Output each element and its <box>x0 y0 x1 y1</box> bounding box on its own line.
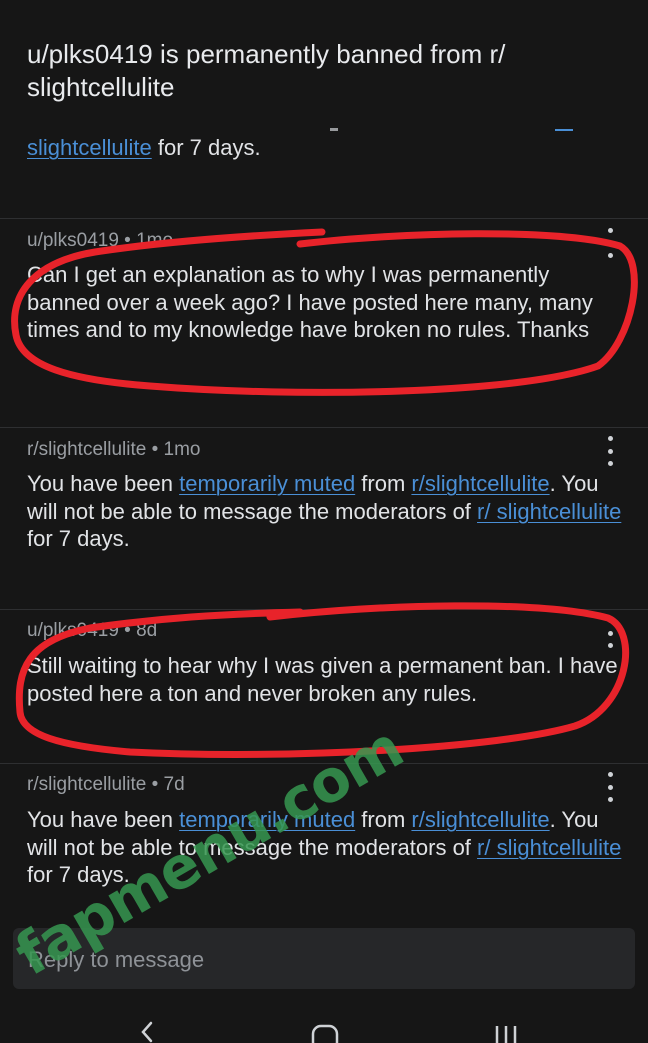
message-body: Can I get an explanation as to why I was… <box>27 262 593 342</box>
thread-title: u/plks0419 is permanently banned from r/… <box>27 39 506 102</box>
message-divider <box>0 609 648 610</box>
message-meta: u/plks0419 • 8d <box>27 620 158 641</box>
more-options-icon[interactable] <box>604 772 616 802</box>
subreddit-link[interactable]: r/ slightcellulite <box>477 499 621 524</box>
message-meta: r/slightcellulite • 1mo <box>27 439 201 460</box>
home-icon[interactable] <box>305 1018 345 1043</box>
message-body: You have been temporarily muted from r/s… <box>27 471 622 551</box>
recent-apps-icon[interactable] <box>488 1018 528 1043</box>
subreddit-link[interactable]: r/slightcellulite <box>411 807 549 832</box>
message-body: Still waiting to hear why I was given a … <box>27 653 618 706</box>
temporarily-muted-link[interactable]: temporarily muted <box>179 807 355 832</box>
more-options-icon[interactable] <box>604 228 616 258</box>
subreddit-link[interactable]: r/ slightcellulite <box>477 835 621 860</box>
message-meta: r/slightcellulite • 7d <box>27 774 185 795</box>
system-nav-bar <box>0 1010 648 1043</box>
partial-message-fragment <box>0 118 648 132</box>
message-divider <box>0 218 648 219</box>
more-options-icon[interactable] <box>604 618 616 648</box>
message-divider <box>0 763 648 764</box>
back-icon[interactable] <box>135 1018 175 1043</box>
more-options-icon[interactable] <box>604 436 616 466</box>
message-meta: u/plks0419 • 1mo <box>27 230 174 251</box>
message-body-partial: slightcellulite for 7 days. <box>27 135 261 160</box>
reply-input[interactable]: Reply to message <box>13 928 635 989</box>
message-body: You have been temporarily muted from r/s… <box>27 807 622 887</box>
message-divider <box>0 427 648 428</box>
temporarily-muted-link[interactable]: temporarily muted <box>179 471 355 496</box>
reply-placeholder: Reply to message <box>28 947 205 972</box>
subreddit-link[interactable]: r/slightcellulite <box>411 471 549 496</box>
subreddit-link[interactable]: slightcellulite <box>27 135 152 160</box>
cut-off-text-fragment <box>330 128 573 131</box>
